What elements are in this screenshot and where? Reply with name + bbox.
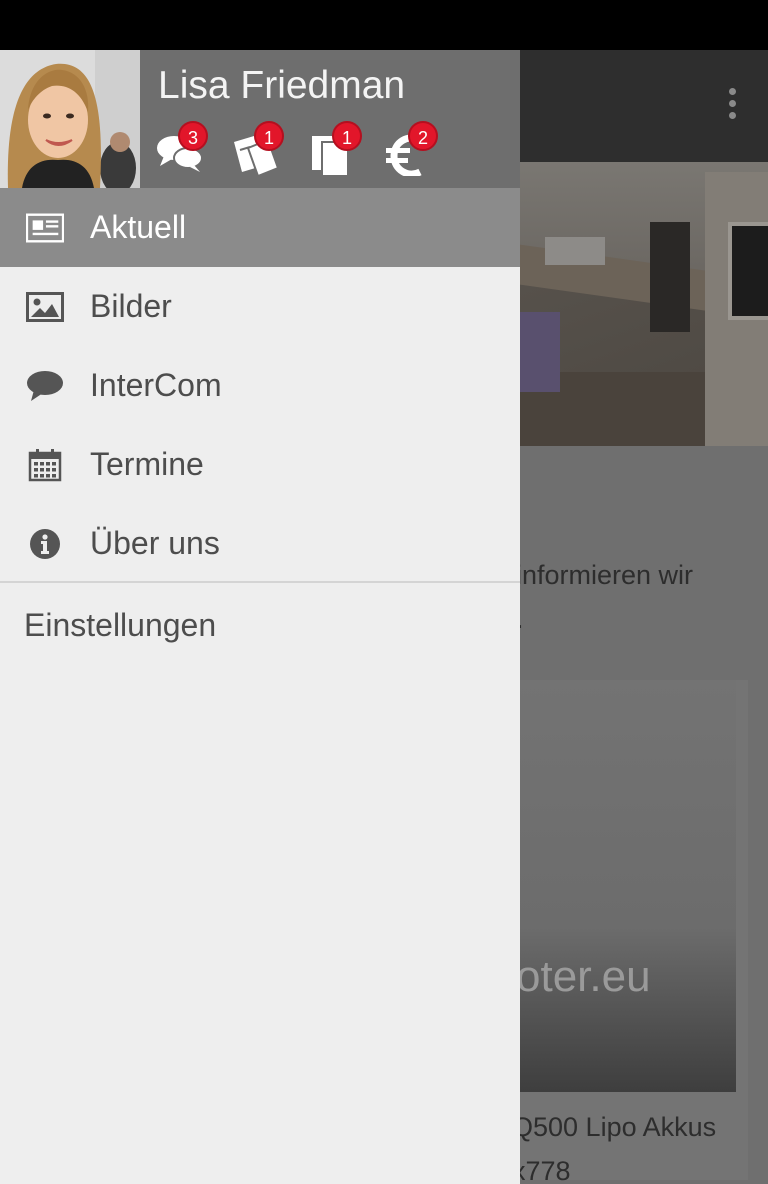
background-text-line: informieren wir (516, 560, 694, 590)
picture-icon (26, 288, 64, 326)
newspaper-icon (26, 209, 64, 247)
menu-item-aktuell[interactable]: Aktuell (0, 188, 520, 267)
status-bar (0, 0, 768, 50)
article-caption: Q500 Lipo Akkus (512, 1112, 717, 1142)
menu-item-termine[interactable]: Termine (0, 425, 520, 504)
notification-badge: 1 (332, 121, 362, 151)
menu-item-bilder[interactable]: Bilder (0, 267, 520, 346)
menu-item-ueber-uns[interactable]: Über uns (0, 504, 520, 583)
drawer-menu: Aktuell Bilder InterCom Termine Über uns… (0, 188, 520, 671)
settings-label: Einstellungen (24, 607, 217, 643)
navigation-drawer: Lisa Friedman 3 1 1 2 Aktuell Bilder Int… (0, 50, 520, 1184)
avatar[interactable] (0, 50, 140, 188)
menu-item-label: Termine (90, 446, 204, 482)
documents-button[interactable]: 1 (310, 121, 362, 180)
messages-button[interactable]: 3 (156, 121, 208, 180)
image-watermark: oter.eu (516, 952, 651, 1001)
article-card[interactable]: oter.eu Q500 Lipo Akkus x778 (510, 680, 748, 1184)
menu-item-label: Über uns (90, 525, 220, 561)
settings-item[interactable]: Einstellungen (0, 583, 520, 671)
menu-item-label: Bilder (90, 288, 172, 324)
notification-badge: 1 (254, 121, 284, 151)
menu-item-intercom[interactable]: InterCom (0, 346, 520, 425)
overflow-menu-icon[interactable] (726, 88, 738, 124)
notification-badge: 2 (408, 121, 438, 151)
menu-item-label: InterCom (90, 367, 222, 403)
info-icon (26, 525, 64, 563)
drawer-header: Lisa Friedman 3 1 1 2 (0, 50, 520, 188)
user-name: Lisa Friedman (158, 64, 406, 107)
notification-badge: 3 (178, 121, 208, 151)
comment-icon (26, 367, 64, 405)
menu-item-label: Aktuell (90, 209, 187, 245)
tickets-button[interactable]: 1 (232, 121, 284, 180)
article-caption: x778 (512, 1156, 571, 1184)
calendar-icon (26, 446, 64, 484)
payments-button[interactable]: 2 (386, 121, 438, 180)
article-image: oter.eu (510, 680, 736, 1092)
